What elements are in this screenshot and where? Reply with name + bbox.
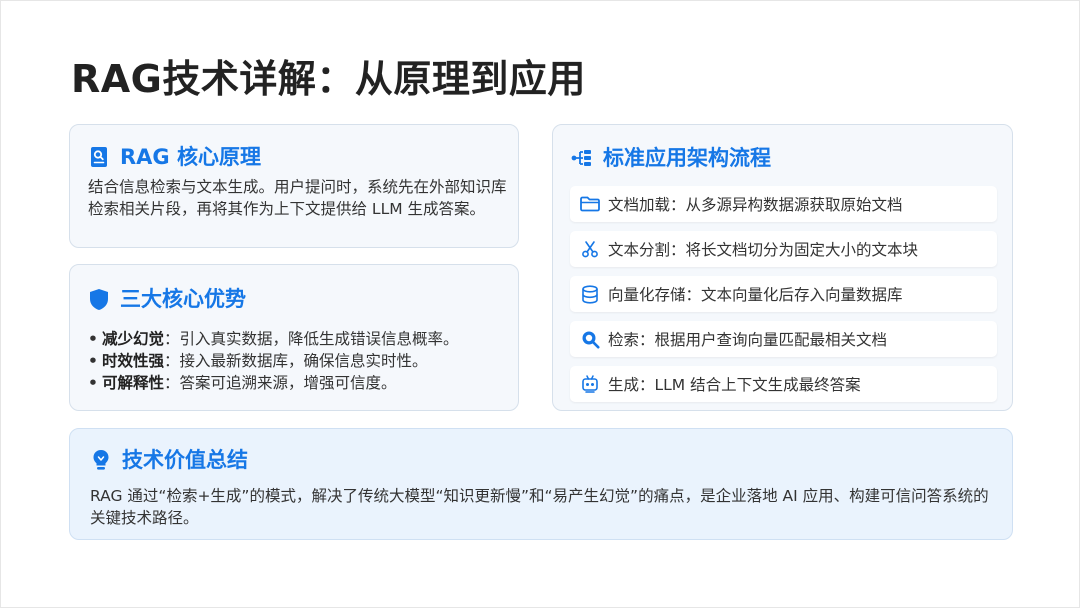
database-icon xyxy=(580,284,600,304)
advantages-title: 三大核心优势 xyxy=(120,287,246,311)
folder-icon xyxy=(580,194,600,214)
architecture-flow-header: 标准应用架构流程 xyxy=(571,144,771,172)
flow-step-label: 文本分割：将长文档切分为固定大小的文本块 xyxy=(608,241,919,259)
shield-icon xyxy=(88,287,110,311)
flow-step-label: 检索：根据用户查询向量匹配最相关文档 xyxy=(608,331,888,349)
scissors-icon xyxy=(580,239,600,259)
value-summary-text: RAG 通过“检索+生成”的模式，解决了传统大模型“知识更新慢”和“易产生幻觉”… xyxy=(90,487,989,527)
advantage-term: 时效性强 xyxy=(102,352,165,370)
page-title: RAG技术详解：从原理到应用 xyxy=(71,57,586,101)
flow-step-vector-storage: 向量化存储：文本向量化后存入向量数据库 xyxy=(570,276,997,312)
bullet: • xyxy=(88,374,98,392)
flow-step-label: 生成：LLM 结合上下文生成最终答案 xyxy=(608,376,861,394)
list-item: • 时效性强 ：接入最新数据库，确保信息实时性。 xyxy=(88,350,513,372)
list-item: • 减少幻觉 ：引入真实数据，降低生成错误信息概率。 xyxy=(88,328,513,350)
advantage-text: ：接入最新数据库，确保信息实时性。 xyxy=(164,352,428,370)
core-principle-card: RAG 核心原理 结合信息检索与文本生成。用户提问时，系统先在外部知识库检索相关… xyxy=(69,124,519,248)
advantage-text: ：答案可追溯来源，增强可信度。 xyxy=(164,374,397,392)
flow-step-document-loading: 文档加载：从多源异构数据源获取原始文档 xyxy=(570,186,997,222)
document-search-icon xyxy=(88,145,110,169)
robot-icon xyxy=(580,374,600,394)
flow-step-label: 文档加载：从多源异构数据源获取原始文档 xyxy=(608,196,903,214)
value-summary-card: 技术价值总结 RAG 通过“检索+生成”的模式，解决了传统大模型“知识更新慢”和… xyxy=(69,428,1013,540)
lightbulb-icon xyxy=(90,448,112,472)
value-summary-header: 技术价值总结 xyxy=(90,446,248,474)
flow-step-retrieval: 检索：根据用户查询向量匹配最相关文档 xyxy=(570,321,997,357)
flow-step-generation: 生成：LLM 结合上下文生成最终答案 xyxy=(570,366,997,402)
advantage-term: 减少幻觉 xyxy=(102,330,165,348)
core-principle-text: 结合信息检索与文本生成。用户提问时，系统先在外部知识库检索相关片段，再将其作为上… xyxy=(88,178,507,218)
hierarchy-icon xyxy=(571,146,593,170)
advantages-header: 三大核心优势 xyxy=(88,285,246,313)
architecture-flow-title: 标准应用架构流程 xyxy=(603,146,771,170)
list-item: • 可解释性 ：答案可追溯来源，增强可信度。 xyxy=(88,372,513,394)
architecture-flow-card: 标准应用架构流程 文档加载：从多源异构数据源获取原始文档 文本分割：将长文档切分… xyxy=(552,124,1013,411)
search-icon xyxy=(580,329,600,349)
advantages-card: 三大核心优势 • 减少幻觉 ：引入真实数据，降低生成错误信息概率。 • 时效性强：… xyxy=(69,264,519,411)
advantage-text: ：引入真实数据，降低生成错误信息概率。 xyxy=(164,330,459,348)
value-summary-title: 技术价值总结 xyxy=(122,448,248,472)
flow-steps: 文档加载：从多源异构数据源获取原始文档 文本分割：将长文档切分为固定大小的文本块 xyxy=(570,186,997,411)
advantages-list: • 减少幻觉 ：引入真实数据，降低生成错误信息概率。 • 时效性强 ：接入最新数据库… xyxy=(88,328,513,394)
core-principle-title: RAG 核心原理 xyxy=(120,145,261,169)
flow-step-label: 向量化存储：文本向量化后存入向量数据库 xyxy=(608,286,903,304)
flow-step-text-splitting: 文本分割：将长文档切分为固定大小的文本块 xyxy=(570,231,997,267)
bullet: • xyxy=(88,352,98,370)
advantage-term: 可解释性 xyxy=(102,374,165,392)
core-principle-header: RAG 核心原理 xyxy=(88,143,261,171)
bullet: • xyxy=(88,330,98,348)
